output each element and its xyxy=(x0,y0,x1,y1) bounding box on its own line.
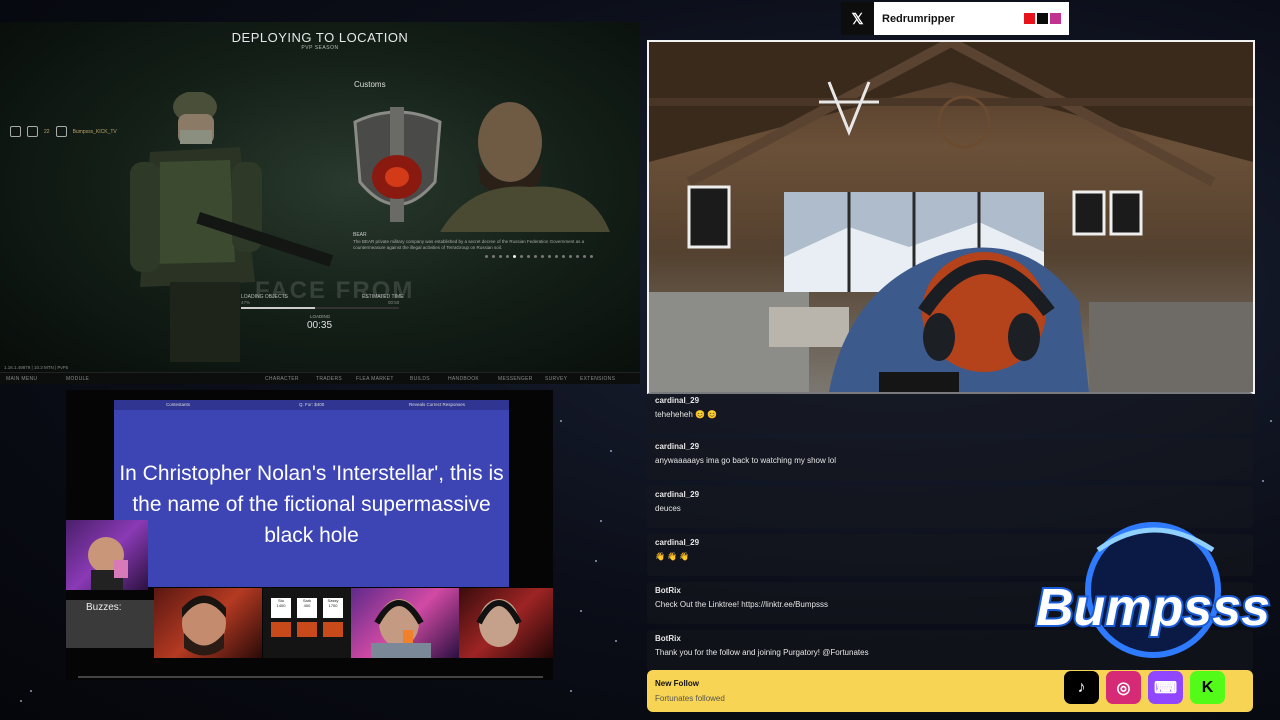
menu-character[interactable]: CHARACTER xyxy=(265,376,299,382)
logo-graphic: Bumpsss xyxy=(1034,522,1272,658)
question-value: Q. For: $400 xyxy=(299,402,325,407)
menu-builds[interactable]: BUILDS xyxy=(410,376,430,382)
chat-username: cardinal_29 xyxy=(655,442,700,451)
eye-icon xyxy=(10,126,21,137)
contestant-cam-4 xyxy=(459,588,553,658)
menu-flea-market[interactable]: FLEA MARKET xyxy=(356,376,394,382)
faction-description: The BEAR private military company was es… xyxy=(353,239,585,250)
instagram-icon[interactable]: ◎ xyxy=(1106,671,1141,704)
trivia-question: In Christopher Nolan's 'Interstellar', t… xyxy=(119,462,504,547)
buzzes-panel: Buzzes: xyxy=(66,600,154,648)
faction-carousel-dots[interactable] xyxy=(485,255,593,258)
x-handle-badge: 𝕏 Redrumripper xyxy=(841,2,1069,35)
chalet-scene xyxy=(649,42,1253,392)
game-menu-bar: MAIN MENU MODULE CHARACTER TRADERS FLEA … xyxy=(0,372,640,384)
estimated-value: 00:50 xyxy=(388,300,400,305)
swatch-magenta xyxy=(1050,13,1061,24)
player-box-2 xyxy=(297,622,317,637)
operator-portrait xyxy=(440,102,610,232)
chat-text: Check Out the Linktree! https://linktr.e… xyxy=(655,600,828,609)
swatch-black xyxy=(1037,13,1048,24)
chat-message: cardinal_29 teheheheh 😊 😊 xyxy=(647,392,1253,434)
score-card-1: Stu 1400 xyxy=(271,598,291,618)
menu-extensions[interactable]: EXTENSIONS xyxy=(580,376,615,382)
deploy-title: DEPLOYING TO LOCATION xyxy=(231,30,409,45)
deploy-subtitle: PVP SEASON xyxy=(301,45,339,51)
deploy-timer: 00:35 xyxy=(307,320,333,331)
version-text: 1.16.1.49879 | 10.3 MTN | PvP5 xyxy=(4,365,69,370)
buzzes-label: Buzzes: xyxy=(86,602,122,613)
contestant-cam-2 xyxy=(154,588,262,658)
question-panel: Contestants Q. For: $400 Reveals Correct… xyxy=(114,400,509,587)
chat-text: teheheheh 😊 😊 xyxy=(655,410,718,419)
faction-name: BEAR xyxy=(353,232,367,238)
player-info: 22 Bumpsss_KICK_TV xyxy=(10,126,117,137)
chat-username: cardinal_29 xyxy=(655,396,700,405)
timer-label: LOADING xyxy=(310,314,331,319)
loading-value: 47% xyxy=(241,300,251,305)
streamer-webcam xyxy=(647,40,1255,394)
twitch-icon[interactable]: ⌨ xyxy=(1148,671,1183,704)
chat-username: cardinal_29 xyxy=(655,490,700,499)
chat-message: cardinal_29 anywaaaaays ima go back to w… xyxy=(647,438,1253,480)
x-icon: 𝕏 xyxy=(841,2,874,35)
contestant-cam-1 xyxy=(66,520,148,590)
player-box-1 xyxy=(271,622,291,637)
x-username: Redrumripper xyxy=(874,2,1024,35)
follow-alert-title: New Follow xyxy=(655,679,699,688)
chat-username: cardinal_29 xyxy=(655,538,700,547)
chat-username: BotRix xyxy=(655,634,681,643)
chat-text: anywaaaaays ima go back to watching my s… xyxy=(655,456,836,465)
trivia-bottom-bar xyxy=(78,676,543,678)
menu-main[interactable]: MAIN MENU xyxy=(6,376,37,382)
soldier-figure xyxy=(130,92,334,362)
location-name: Customs xyxy=(354,80,386,89)
menu-handbook[interactable]: HANDBOOK xyxy=(448,376,479,382)
scoreboard: Stu 1400 Sark 400 Sassy 1700 xyxy=(263,588,351,658)
chat-text: deuces xyxy=(655,504,681,513)
bumpsss-logo: Bumpsss xyxy=(1028,520,1278,690)
rank-icon xyxy=(27,126,38,137)
score-card-2: Sark 400 xyxy=(297,598,317,618)
chat-text: 👋 👋 👋 xyxy=(655,552,690,561)
follow-alert-text: Fortunates followed xyxy=(655,694,725,703)
social-icons: ♪ ◎ ⌨ K xyxy=(1064,671,1225,704)
player-level: 22 xyxy=(44,128,50,135)
reveal-responses-label[interactable]: Reveals Correct Responses xyxy=(409,402,465,407)
loading-progress-bar xyxy=(241,307,399,309)
tiktok-icon[interactable]: ♪ xyxy=(1064,671,1099,704)
score-card-3: Sassy 1700 xyxy=(323,598,343,618)
contestant-cam-3 xyxy=(351,588,459,658)
menu-messenger[interactable]: MESSENGER xyxy=(498,376,533,382)
menu-survey[interactable]: SURVEY xyxy=(545,376,567,382)
logo-text: Bumpsss xyxy=(1036,579,1270,637)
chat-text: Thank you for the follow and joining Pur… xyxy=(655,648,869,657)
contestants-label[interactable]: Contestants xyxy=(166,402,190,407)
skull-icon xyxy=(55,126,67,137)
player-box-3 xyxy=(323,622,343,637)
question-topbar: Contestants Q. For: $400 Reveals Correct… xyxy=(114,400,509,410)
menu-traders[interactable]: TRADERS xyxy=(316,376,342,382)
kick-icon[interactable]: K xyxy=(1190,671,1225,704)
trivia-game-capture: Contestants Q. For: $400 Reveals Correct… xyxy=(66,390,553,680)
swatch-red xyxy=(1024,13,1035,24)
chat-username: BotRix xyxy=(655,586,681,595)
game-capture: DEPLOYING TO LOCATION PVP SEASON 22 Bump… xyxy=(0,22,640,384)
menu-module[interactable]: MODULE xyxy=(66,376,89,382)
color-swatches xyxy=(1024,2,1069,35)
bear-faction-emblem xyxy=(353,107,442,222)
